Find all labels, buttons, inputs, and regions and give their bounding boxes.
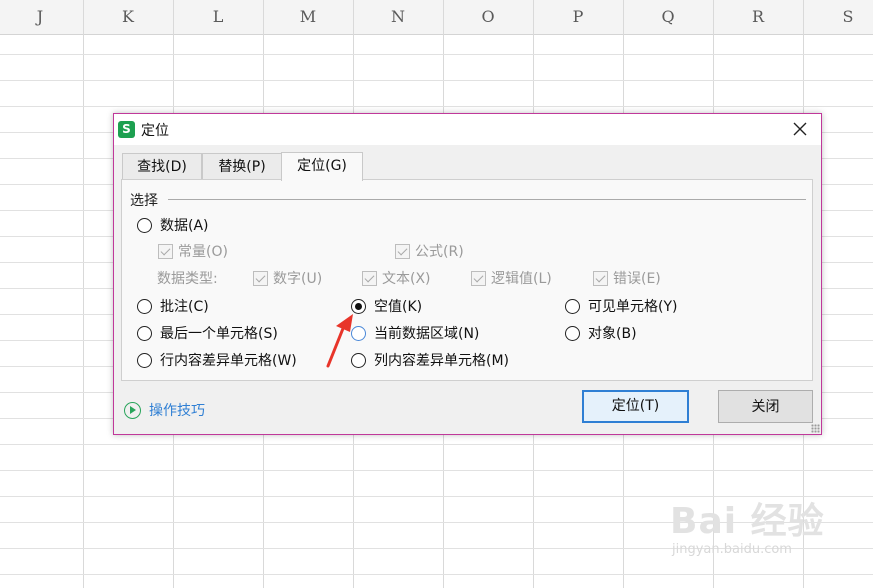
radio-comments[interactable]: 批注(C) bbox=[137, 297, 209, 317]
annotation-arrow-icon bbox=[326, 314, 353, 368]
checkbox-box[interactable] bbox=[471, 270, 486, 286]
radio-col-differences[interactable]: 列内容差异单元格(M) bbox=[351, 351, 509, 371]
column-header-j[interactable]: J bbox=[20, 0, 60, 34]
radio-current-region-label: 当前数据区域(N) bbox=[374, 326, 480, 342]
tab-find[interactable]: 查找(D) bbox=[122, 153, 202, 180]
data-type-label: 数据类型: bbox=[157, 271, 218, 287]
dialog-title: 定位 bbox=[141, 123, 169, 139]
column-header-p[interactable]: P bbox=[558, 0, 598, 34]
play-circle-icon bbox=[124, 401, 141, 419]
checkbox-formulas-label: 公式(R) bbox=[415, 244, 464, 260]
grid-col-line bbox=[83, 0, 84, 588]
checkbox-box[interactable] bbox=[593, 270, 608, 286]
column-header-m[interactable]: M bbox=[288, 0, 328, 34]
radio-objects[interactable]: 对象(B) bbox=[565, 324, 637, 344]
grid-row-line bbox=[0, 80, 873, 81]
goto-panel: 选择 数据(A) 常量(O) 公式(R) 数据类型: 数字(U) 文本(X) 逻… bbox=[121, 179, 813, 381]
watermark-url: jingyan.baidu.com bbox=[672, 542, 792, 557]
radio-last-cell-label: 最后一个单元格(S) bbox=[160, 326, 278, 342]
column-header-n[interactable]: N bbox=[378, 0, 418, 34]
column-header-r[interactable]: R bbox=[738, 0, 778, 34]
checkbox-constants[interactable]: 常量(O) bbox=[158, 242, 228, 262]
radio-circle[interactable] bbox=[137, 217, 152, 233]
tips-link[interactable]: 操作技巧 bbox=[124, 401, 205, 421]
radio-circle[interactable] bbox=[137, 352, 152, 368]
tab-replace[interactable]: 替换(P) bbox=[202, 153, 282, 180]
checkbox-constants-label: 常量(O) bbox=[178, 244, 228, 260]
tips-link-label: 操作技巧 bbox=[149, 403, 205, 419]
radio-circle[interactable] bbox=[137, 325, 152, 341]
group-label-select: 选择 bbox=[130, 193, 158, 209]
radio-visible-cells-label: 可见单元格(Y) bbox=[588, 299, 678, 315]
tab-goto[interactable]: 定位(G) bbox=[281, 152, 363, 181]
checkbox-box[interactable] bbox=[158, 243, 173, 259]
checkbox-logicals-label: 逻辑值(L) bbox=[491, 271, 552, 287]
checkbox-text-label: 文本(X) bbox=[382, 271, 431, 287]
grid-row-line bbox=[0, 54, 873, 55]
checkbox-numbers-label: 数字(U) bbox=[273, 271, 323, 287]
dialog-titlebar[interactable]: S 定位 bbox=[114, 114, 821, 145]
radio-visible-cells[interactable]: 可见单元格(Y) bbox=[565, 297, 677, 317]
checkbox-box[interactable] bbox=[362, 270, 377, 286]
resize-grip-icon[interactable] bbox=[811, 424, 820, 433]
radio-row-differences-label: 行内容差异单元格(W) bbox=[160, 353, 297, 369]
checkbox-numbers[interactable]: 数字(U) bbox=[253, 269, 322, 289]
grid-row-line bbox=[0, 444, 873, 445]
radio-circle[interactable] bbox=[137, 298, 152, 314]
radio-col-differences-label: 列内容差异单元格(M) bbox=[374, 353, 510, 369]
column-header-q[interactable]: Q bbox=[648, 0, 688, 34]
grid-row-line bbox=[0, 106, 873, 107]
baidu-watermark: Bai 经验 jingyan.baidu.com bbox=[668, 492, 858, 572]
radio-current-region[interactable]: 当前数据区域(N) bbox=[351, 324, 479, 344]
grid-row-line bbox=[0, 574, 873, 575]
grid-row-line bbox=[0, 470, 873, 471]
checkbox-text[interactable]: 文本(X) bbox=[362, 269, 431, 289]
group-divider bbox=[168, 199, 806, 200]
column-header-o[interactable]: O bbox=[468, 0, 508, 34]
close-button[interactable]: 关闭 bbox=[718, 390, 813, 423]
close-icon[interactable] bbox=[789, 118, 811, 140]
wps-app-icon: S bbox=[118, 121, 135, 138]
checkbox-box[interactable] bbox=[253, 270, 268, 286]
goto-button[interactable]: 定位(T) bbox=[582, 390, 689, 423]
column-header-l[interactable]: L bbox=[198, 0, 238, 34]
radio-last-cell[interactable]: 最后一个单元格(S) bbox=[137, 324, 278, 344]
radio-comments-label: 批注(C) bbox=[160, 299, 209, 315]
radio-data-label: 数据(A) bbox=[160, 218, 209, 234]
radio-circle[interactable] bbox=[565, 325, 580, 341]
radio-data[interactable]: 数据(A) bbox=[137, 216, 209, 236]
watermark-logo-text: Bai 经验 bbox=[670, 501, 825, 542]
goto-dialog: S 定位 查找(D) 替换(P) 定位(G) 选择 数据(A) 常量(O) 公式… bbox=[113, 113, 822, 435]
checkbox-errors[interactable]: 错误(E) bbox=[593, 269, 661, 289]
radio-blanks-label: 空值(K) bbox=[374, 299, 423, 315]
radio-row-differences[interactable]: 行内容差异单元格(W) bbox=[137, 351, 297, 371]
checkbox-formulas[interactable]: 公式(R) bbox=[395, 242, 464, 262]
checkbox-errors-label: 错误(E) bbox=[613, 271, 661, 287]
radio-objects-label: 对象(B) bbox=[588, 326, 637, 342]
checkbox-box[interactable] bbox=[395, 243, 410, 259]
column-header-s[interactable]: S bbox=[828, 0, 868, 34]
checkbox-logicals[interactable]: 逻辑值(L) bbox=[471, 269, 552, 289]
column-header-k[interactable]: K bbox=[108, 0, 148, 34]
radio-circle[interactable] bbox=[565, 298, 580, 314]
